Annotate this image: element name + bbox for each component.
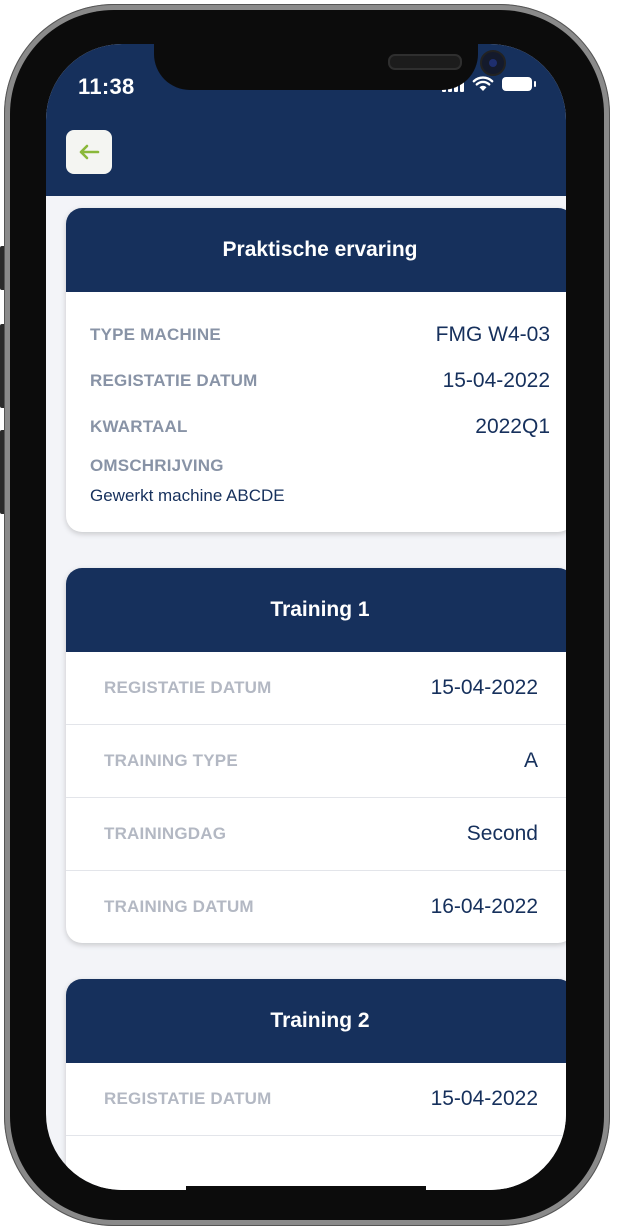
experience-card-body: TYPE MACHINE FMG W4-03 REGISTATIE DATUM … bbox=[66, 292, 566, 532]
training-row-type: TRAINING TYPE A bbox=[66, 725, 566, 798]
info-value: FMG W4-03 bbox=[435, 323, 550, 346]
training-label: REGISTATIE DATUM bbox=[104, 678, 272, 697]
training-row-date: TRAINING DATUM 16-04-2022 bbox=[66, 871, 566, 943]
training-value: 16-04-2022 bbox=[430, 895, 538, 918]
training-label: REGISTATIE DATUM bbox=[104, 1089, 272, 1108]
training-card-1: Training 1 REGISTATIE DATUM 15-04-2022 T… bbox=[66, 568, 566, 943]
training-value: A bbox=[523, 749, 538, 772]
wifi-icon bbox=[472, 76, 494, 91]
status-time: 11:38 bbox=[78, 74, 135, 99]
app-screen: 11:38 Praktische ervaring TYPE MACHINE F… bbox=[46, 44, 566, 1190]
training-row-registration-date: REGISTATIE DATUM 15-04-2022 bbox=[66, 1063, 566, 1136]
training-value: Second bbox=[466, 822, 538, 845]
back-button[interactable] bbox=[66, 130, 112, 174]
info-value: 2022Q1 bbox=[475, 415, 550, 438]
home-indicator bbox=[186, 1186, 426, 1190]
experience-card-title: Praktische ervaring bbox=[66, 208, 566, 292]
training-card-title: Training 2 bbox=[66, 979, 566, 1063]
info-row-machine-type: TYPE MACHINE FMG W4-03 bbox=[90, 312, 550, 358]
description-label: OMSCHRIJVING bbox=[90, 456, 224, 475]
training-card-title: Training 1 bbox=[66, 568, 566, 652]
description-value: Gewerkt machine ABCDE bbox=[90, 486, 285, 505]
battery-icon bbox=[502, 77, 536, 91]
training-row-day: TRAININGDAG Second bbox=[66, 798, 566, 871]
info-row-registration-date: REGISTATIE DATUM 15-04-2022 bbox=[90, 358, 550, 404]
speaker-grille bbox=[388, 54, 462, 70]
info-row-quarter: KWARTAAL 2022Q1 bbox=[90, 404, 550, 450]
content-scroll[interactable]: Praktische ervaring TYPE MACHINE FMG W4-… bbox=[66, 208, 566, 1190]
training-value: 15-04-2022 bbox=[430, 676, 538, 699]
training-card-2: Training 2 REGISTATIE DATUM 15-04-2022 bbox=[66, 979, 566, 1190]
front-camera bbox=[480, 50, 506, 76]
training-label: TRAININGDAG bbox=[104, 824, 227, 843]
training-label: TRAINING DATUM bbox=[104, 897, 254, 916]
info-label: TYPE MACHINE bbox=[90, 325, 221, 344]
info-value: 15-04-2022 bbox=[442, 369, 550, 392]
experience-card: Praktische ervaring TYPE MACHINE FMG W4-… bbox=[66, 208, 566, 532]
info-label: KWARTAAL bbox=[90, 417, 188, 436]
training-label: TRAINING TYPE bbox=[104, 751, 238, 770]
training-value: 15-04-2022 bbox=[430, 1087, 538, 1110]
training-row-partial bbox=[66, 1136, 566, 1190]
phone-notch bbox=[154, 44, 506, 90]
training-row-registration-date: REGISTATIE DATUM 15-04-2022 bbox=[66, 652, 566, 725]
info-label: REGISTATIE DATUM bbox=[90, 371, 258, 390]
arrow-left-icon bbox=[79, 144, 100, 160]
